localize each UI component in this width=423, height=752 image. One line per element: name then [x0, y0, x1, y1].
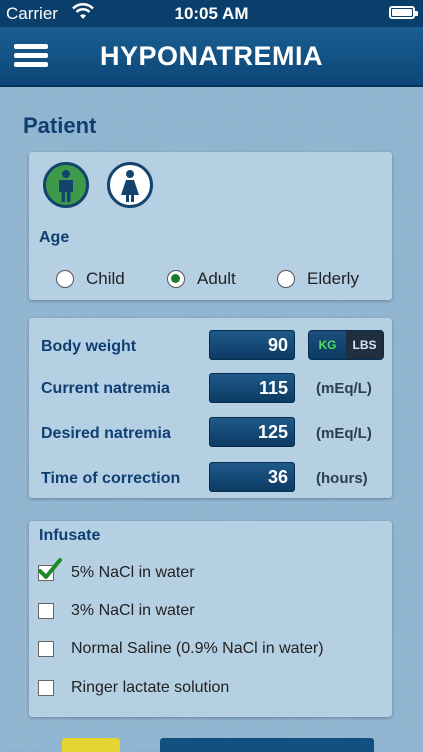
- age-radio-elderly[interactable]: Elderly: [277, 269, 359, 289]
- patient-section-title: Patient: [23, 113, 97, 138]
- current-natremia-label: Current natremia: [41, 380, 170, 397]
- age-radio-child[interactable]: Child: [56, 269, 125, 289]
- desired-natremia-unit: (mEq/L): [316, 425, 372, 442]
- age-label: Age: [39, 229, 70, 246]
- radio-label: Adult: [197, 269, 236, 288]
- battery-icon: [389, 6, 418, 19]
- infusate-option-normal-saline[interactable]: Normal Saline (0.9% NaCl in water): [38, 640, 324, 658]
- checkbox: [38, 603, 54, 619]
- weight-unit-toggle: KG LBS: [308, 330, 384, 360]
- radio-circle-selected: [167, 270, 185, 288]
- lbs-button[interactable]: LBS: [346, 331, 383, 359]
- checkbox-label: 3% NaCl in water: [71, 602, 195, 619]
- status-bar: Carrier 10:05 AM: [0, 0, 423, 27]
- radio-circle: [277, 270, 295, 288]
- checkbox-label: Ringer lactate solution: [71, 679, 230, 696]
- patient-card: Age Child Adult Elderly: [29, 152, 392, 300]
- male-gender-button[interactable]: [43, 162, 89, 208]
- main-content: Patient Age Child Adult Elderly Body wei…: [0, 87, 423, 752]
- infusate-card: Infusate 5% NaCl in water 3% NaCl in wat…: [29, 521, 392, 717]
- time-of-correction-input[interactable]: 36: [209, 462, 295, 492]
- infusate-option-5pct[interactable]: 5% NaCl in water: [38, 558, 195, 582]
- kg-button[interactable]: KG: [309, 331, 346, 359]
- male-icon: [59, 170, 73, 202]
- desired-natremia-input[interactable]: 125: [209, 417, 295, 447]
- nav-bar: HYPONATREMIA: [0, 27, 423, 87]
- age-radio-adult[interactable]: Adult: [167, 269, 236, 289]
- measures-card: Body weight 90 KG LBS Current natremia 1…: [29, 318, 392, 498]
- radio-circle: [56, 270, 74, 288]
- current-natremia-unit: (mEq/L): [316, 380, 372, 397]
- radio-label: Elderly: [307, 269, 359, 288]
- checkbox-checked: [38, 558, 62, 581]
- status-time: 10:05 AM: [174, 4, 249, 23]
- radio-label: Child: [86, 269, 125, 288]
- female-icon: [121, 170, 139, 202]
- checkbox: [38, 680, 54, 696]
- checkbox: [38, 641, 54, 657]
- checkmark-icon: [38, 558, 62, 579]
- body-weight-input[interactable]: 90: [209, 330, 295, 360]
- checkbox-label: Normal Saline (0.9% NaCl in water): [71, 640, 324, 657]
- checkbox-label: 5% NaCl in water: [71, 564, 195, 581]
- time-of-correction-label: Time of correction: [41, 470, 181, 487]
- desired-natremia-label: Desired natremia: [41, 425, 171, 442]
- infusate-option-3pct[interactable]: 3% NaCl in water: [38, 602, 195, 620]
- time-of-correction-unit: (hours): [316, 470, 368, 487]
- infusate-option-ringer-lactate[interactable]: Ringer lactate solution: [38, 679, 229, 697]
- current-natremia-input[interactable]: 115: [209, 373, 295, 403]
- female-gender-button[interactable]: [107, 162, 153, 208]
- infusate-title: Infusate: [39, 527, 101, 544]
- body-weight-label: Body weight: [41, 338, 137, 355]
- page-title: HYPONATREMIA: [99, 41, 323, 71]
